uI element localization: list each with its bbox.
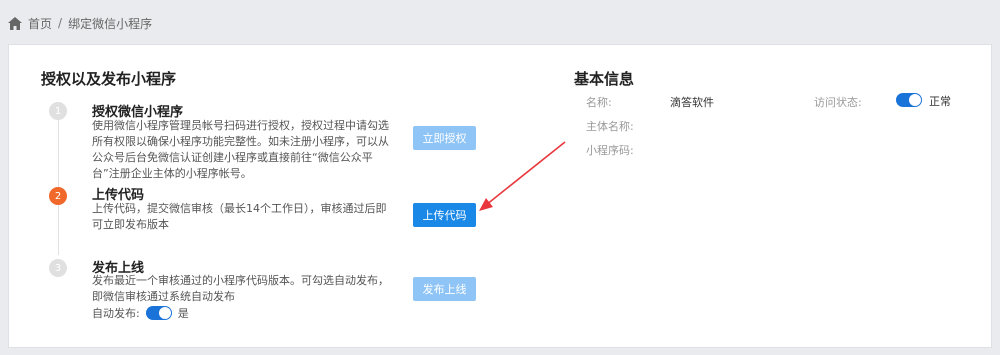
main-panel: 授权以及发布小程序 1 授权微信小程序 使用微信小程序管理员帐号扫码进行授权，授… [8,44,992,348]
breadcrumb: 首页 / 绑定微信小程序 [8,14,152,32]
name-label: 名称: [586,96,612,109]
auto-publish-row: 自动发布: 是 [92,305,189,321]
auto-publish-value: 是 [177,307,189,320]
access-status-value: 正常 [929,95,951,108]
entity-name-label: 主体名称: [586,120,634,133]
name-value: 滴答软件 [670,96,714,109]
basic-info-title: 基本信息 [574,70,635,88]
step-1-number: 1 [49,102,67,120]
mini-program-code-label: 小程序码: [586,144,634,157]
access-status-toggle[interactable] [896,93,922,107]
publish-section-title: 授权以及发布小程序 [41,70,177,88]
timeline-line [58,115,59,255]
step-3-description: 发布最近一个审核通过的小程序代码版本。可勾选自动发布，即微信审核通过系统自动发布 [92,274,389,303]
auto-publish-label: 自动发布: [92,307,140,320]
home-icon[interactable] [8,16,22,30]
step-2-description: 上传代码，提交微信审核（最长14个工作日），审核通过后即可立即发布版本 [92,202,387,231]
upload-code-button[interactable]: 上传代码 [413,203,476,227]
step-2-number: 2 [49,187,67,205]
authorize-button[interactable]: 立即授权 [413,126,476,150]
access-status-label: 访问状态: [814,96,862,109]
step-3-number: 3 [49,259,67,277]
breadcrumb-home[interactable]: 首页 [28,15,52,32]
publish-button[interactable]: 发布上线 [413,277,476,301]
auto-publish-toggle[interactable] [145,306,172,320]
step-1-description: 使用微信小程序管理员帐号扫码进行授权，授权过程中请勾选所有权限以确保小程序功能完… [92,119,389,180]
breadcrumb-separator: / [58,16,63,30]
breadcrumb-current: 绑定微信小程序 [68,16,153,31]
